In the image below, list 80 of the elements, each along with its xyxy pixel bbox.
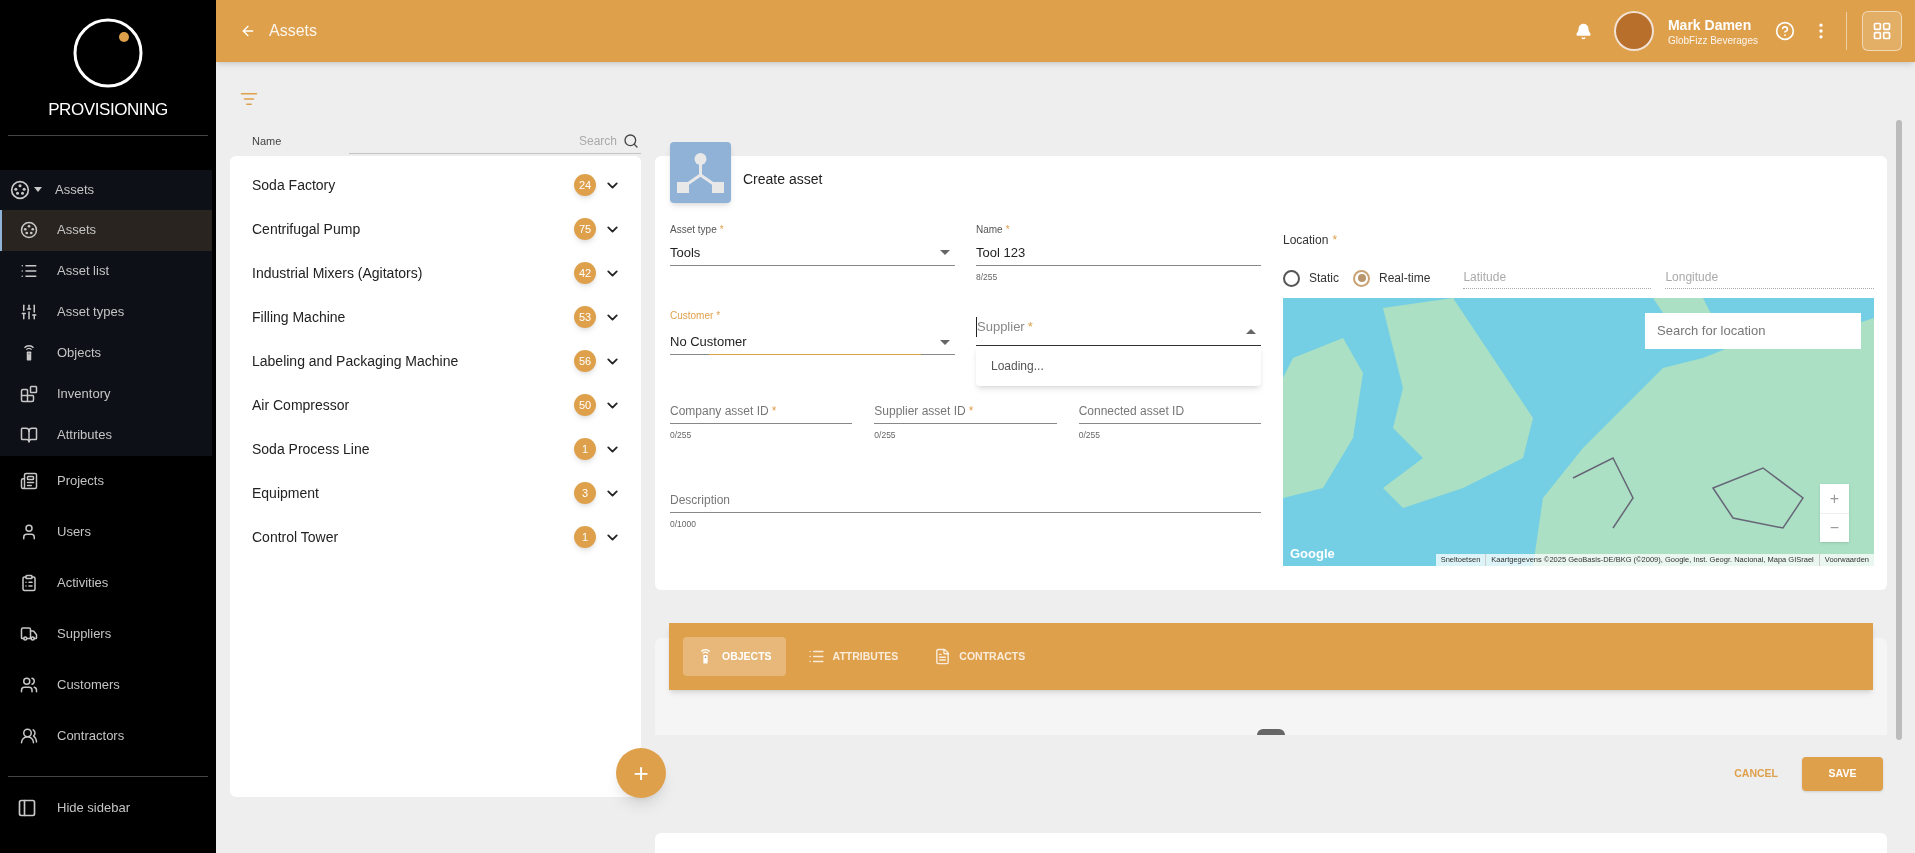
- open-book-icon: [20, 426, 38, 444]
- column-label: Name: [252, 134, 283, 150]
- logo-text: PROVISIONING: [48, 99, 168, 121]
- loading-spinner-icon: [1257, 729, 1285, 735]
- sidebar-item[interactable]: Inventory: [0, 373, 212, 415]
- scrollbar[interactable]: [1896, 120, 1902, 740]
- list-icon: [20, 262, 38, 280]
- character-counter: 0/255: [1078, 428, 1101, 442]
- radio-option[interactable]: Real-time: [1353, 269, 1431, 287]
- truck-icon: [20, 625, 38, 643]
- page-title: Assets: [269, 21, 317, 41]
- sidebar-item[interactable]: Objects: [0, 332, 212, 374]
- character-counter: 8/255: [976, 270, 999, 284]
- count-badge: 53: [574, 306, 596, 328]
- users-icon: [20, 676, 38, 694]
- count-badge: 56: [574, 350, 596, 372]
- location-label: Location *: [1283, 232, 1339, 249]
- sidebar-group-header[interactable]: Assets: [0, 169, 212, 210]
- asset-group-row[interactable]: Centrifugal Pump 75: [230, 207, 641, 251]
- asset-group-row[interactable]: Labeling and Packaging Machine 56: [230, 339, 641, 383]
- newspaper-icon: [20, 472, 38, 490]
- sidebar-item[interactable]: Suppliers: [0, 608, 216, 660]
- count-badge: 1: [574, 526, 596, 548]
- dropdown-caret-icon: [940, 250, 950, 256]
- map-logo: Google: [1290, 544, 1335, 563]
- sidebar-item[interactable]: Customers: [0, 659, 216, 711]
- id-field[interactable]: Supplier asset ID *: [874, 397, 1057, 424]
- hide-sidebar-button[interactable]: Hide sidebar: [0, 776, 216, 839]
- group-icon: [20, 727, 38, 745]
- grid-icon: [1872, 21, 1892, 41]
- panel-icon: [17, 797, 37, 818]
- hub-icon: [10, 179, 30, 200]
- character-counter: 0/255: [670, 428, 693, 442]
- avatar[interactable]: [1613, 11, 1654, 51]
- user-icon: [20, 523, 38, 541]
- asset-group-row[interactable]: Filling Machine 53: [230, 295, 641, 339]
- loading-text: Loading...: [991, 358, 1044, 376]
- sidebar-item[interactable]: Contractors: [0, 710, 216, 762]
- sidebar-item[interactable]: Activities: [0, 557, 216, 609]
- hub-icon: [20, 221, 38, 239]
- user-name: Mark Damen: [1667, 15, 1753, 34]
- clipboard-list-icon: [20, 574, 38, 592]
- document-icon: [934, 648, 952, 665]
- character-counter: 0/255: [874, 428, 897, 442]
- sliders-icon: [20, 303, 38, 321]
- sidebar-item[interactable]: Attributes: [0, 414, 212, 456]
- description-field[interactable]: Description: [670, 486, 1261, 513]
- search-icon: [623, 133, 639, 149]
- count-badge: 1: [574, 438, 596, 460]
- count-badge: 24: [574, 174, 596, 196]
- asset-group-row[interactable]: Soda Factory 24: [230, 163, 641, 207]
- dropdown-caret-icon: [940, 339, 950, 345]
- asset-group-row[interactable]: Soda Process Line 1: [230, 427, 641, 471]
- asset-group-row[interactable]: Control Tower 1: [230, 515, 641, 559]
- name-field[interactable]: Name * Tool 123: [976, 222, 1261, 266]
- list-icon: [807, 648, 825, 665]
- blocks-icon: [20, 385, 38, 403]
- asset-group-row[interactable]: Equipment 3: [230, 471, 641, 515]
- count-badge: 3: [574, 482, 596, 504]
- count-badge: 75: [574, 218, 596, 240]
- sidebar-item[interactable]: Users: [0, 506, 216, 558]
- asset-group-row[interactable]: Air Compressor 50: [230, 383, 641, 427]
- hierarchy-icon: [670, 142, 731, 203]
- form-title: Create asset: [743, 170, 823, 189]
- radio-option[interactable]: Static: [1283, 269, 1339, 287]
- count-badge: 50: [574, 394, 596, 416]
- user-company: GlobFizz Beverages: [1667, 33, 1758, 47]
- sidebar-item[interactable]: Asset types: [0, 291, 212, 333]
- character-counter: 0/1000: [670, 517, 697, 531]
- count-badge: 42: [574, 262, 596, 284]
- map-search-field[interactable]: Search for location: [1645, 313, 1861, 349]
- customer-select[interactable]: Customer * No Customer: [670, 302, 955, 355]
- sidebar-item[interactable]: Assets: [0, 209, 212, 251]
- id-field[interactable]: Connected asset ID: [1078, 397, 1261, 424]
- sidebar-item[interactable]: Projects: [0, 455, 216, 507]
- asset-group-row[interactable]: Industrial Mixers (Agitators) 42: [230, 251, 641, 295]
- logo-icon: [72, 17, 144, 89]
- asset-type-select[interactable]: Asset type * Tools: [670, 222, 955, 266]
- id-field[interactable]: Company asset ID *: [670, 397, 853, 424]
- sidebar-item[interactable]: Asset list: [0, 250, 212, 292]
